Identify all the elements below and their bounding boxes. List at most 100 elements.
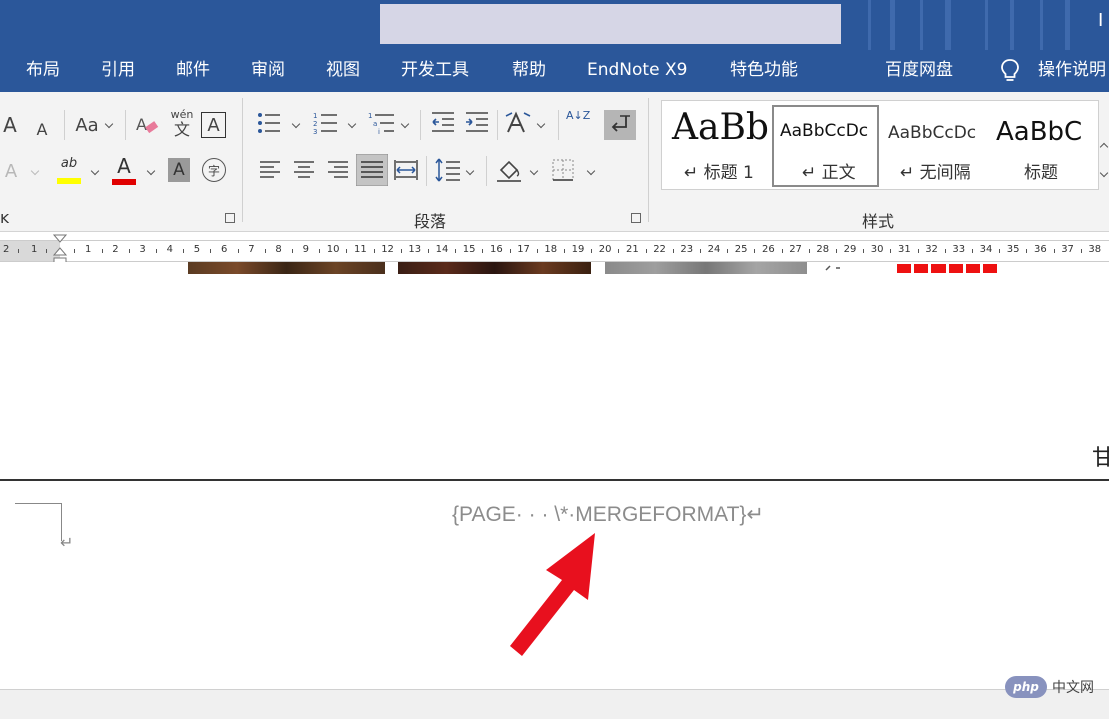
borders-icon[interactable] bbox=[551, 158, 575, 182]
red-cell bbox=[897, 264, 912, 273]
character-border-button[interactable]: A bbox=[201, 112, 226, 138]
ruler-tick bbox=[727, 249, 729, 253]
tab-layout[interactable]: 布局 bbox=[26, 59, 60, 81]
group-divider bbox=[648, 98, 649, 222]
ruler-tick bbox=[754, 249, 756, 253]
shading-icon[interactable] bbox=[495, 156, 523, 184]
ruler-number: 17 bbox=[517, 244, 530, 255]
ruler-number: 26 bbox=[762, 244, 775, 255]
chevron-down-icon[interactable] bbox=[465, 166, 475, 176]
asian-layout-icon[interactable] bbox=[504, 110, 532, 136]
phonetic-guide-button[interactable]: wén 文 bbox=[170, 109, 194, 139]
tab-endnote[interactable]: EndNote X9 bbox=[587, 59, 687, 81]
bullets-icon[interactable] bbox=[256, 110, 282, 136]
chevron-down-icon[interactable] bbox=[586, 166, 596, 176]
chevron-down-icon[interactable] bbox=[90, 166, 100, 176]
chevron-down-icon[interactable] bbox=[104, 119, 114, 129]
ruler-tick bbox=[808, 249, 810, 253]
image-thumbnail[interactable] bbox=[188, 262, 385, 274]
font-color-swatch bbox=[112, 179, 136, 185]
red-cell bbox=[931, 264, 946, 273]
character-shading-button[interactable]: A bbox=[168, 158, 190, 182]
svg-text:1: 1 bbox=[368, 112, 372, 120]
page-field-code[interactable]: {PAGE· · · \*·MERGEFORMAT}↵ bbox=[452, 502, 764, 527]
tab-mailings[interactable]: 邮件 bbox=[176, 59, 210, 81]
tab-references[interactable]: 引用 bbox=[101, 59, 135, 81]
decor-stripe bbox=[890, 0, 895, 50]
sort-button[interactable]: A↓Z bbox=[566, 110, 592, 138]
gallery-scrollbar[interactable] bbox=[1098, 100, 1109, 190]
style-title[interactable]: AaBbC 标题 bbox=[992, 101, 1100, 189]
tab-help[interactable]: 帮助 bbox=[512, 59, 546, 81]
line-spacing-icon[interactable] bbox=[434, 156, 462, 184]
ruler-number: 8 bbox=[275, 244, 282, 255]
chevron-down-icon[interactable] bbox=[536, 119, 546, 129]
decrease-indent-icon[interactable] bbox=[430, 110, 456, 136]
ruler-left-margin: 2 1 bbox=[0, 241, 60, 261]
decor-stripe bbox=[868, 0, 871, 50]
chevron-down-icon[interactable] bbox=[529, 166, 539, 176]
ruler-tick bbox=[1080, 249, 1082, 253]
chevron-down-icon[interactable] bbox=[347, 119, 357, 129]
show-paragraph-marks-icon[interactable] bbox=[604, 110, 636, 140]
chevron-down-icon[interactable] bbox=[1099, 168, 1109, 178]
tab-view[interactable]: 视图 bbox=[326, 59, 360, 81]
tell-me-label[interactable]: 操作说明 bbox=[1038, 59, 1106, 81]
decor-stripe bbox=[1010, 0, 1014, 50]
align-center-icon[interactable] bbox=[292, 158, 316, 182]
svg-text:3: 3 bbox=[313, 128, 317, 136]
align-left-icon[interactable] bbox=[258, 158, 282, 182]
highlight-color-swatch bbox=[57, 178, 81, 184]
multilevel-list-icon[interactable]: 1ai bbox=[368, 110, 396, 136]
partial-glyph-icon bbox=[825, 265, 840, 271]
chevron-down-icon[interactable] bbox=[291, 119, 301, 129]
enclose-characters-button[interactable]: 字 bbox=[202, 158, 226, 182]
increase-indent-icon[interactable] bbox=[464, 110, 490, 136]
text-effects-button[interactable]: A bbox=[0, 156, 22, 186]
change-case-button[interactable]: Aa bbox=[72, 110, 102, 140]
ruler-tick bbox=[618, 249, 620, 253]
paragraph-dialog-launcher-icon[interactable] bbox=[631, 213, 641, 223]
style-heading-1[interactable]: AaBb ↵ 标题 1 bbox=[662, 101, 770, 189]
document-title-area[interactable] bbox=[380, 4, 841, 44]
separator bbox=[125, 110, 126, 140]
ruler-number: 12 bbox=[381, 244, 394, 255]
font-color-button[interactable]: A bbox=[111, 154, 137, 186]
numbering-icon[interactable]: 123 bbox=[313, 110, 339, 136]
ruler-number: 16 bbox=[490, 244, 503, 255]
chevron-down-icon[interactable] bbox=[30, 166, 40, 176]
php-logo-icon: php bbox=[1005, 676, 1047, 698]
grow-font-button[interactable]: A bbox=[0, 110, 20, 140]
image-thumbnail[interactable] bbox=[605, 262, 807, 274]
ruler-tick bbox=[319, 249, 321, 253]
tab-developer[interactable]: 开发工具 bbox=[401, 59, 469, 81]
ruler-tick bbox=[1026, 249, 1028, 253]
align-right-icon[interactable] bbox=[326, 158, 350, 182]
style-sample: AaBbCcDc bbox=[888, 123, 977, 143]
paragraph-group-label: 段落 bbox=[414, 212, 447, 231]
tab-baidu-netdisk[interactable]: 百度网盘 bbox=[885, 59, 953, 81]
image-thumbnail[interactable] bbox=[398, 262, 591, 274]
shrink-font-button[interactable]: A bbox=[32, 114, 52, 144]
style-no-spacing[interactable]: AaBbCcDc ↵ 无间隔 bbox=[884, 101, 992, 189]
font-dialog-launcher-icon[interactable] bbox=[225, 213, 235, 223]
partial-text-char: 甘 bbox=[1092, 446, 1109, 471]
chevron-down-icon[interactable] bbox=[146, 166, 156, 176]
clear-formatting-icon[interactable]: A bbox=[134, 112, 160, 138]
ruler-number: 31 bbox=[898, 244, 911, 255]
lightbulb-icon[interactable] bbox=[999, 58, 1021, 84]
tab-review[interactable]: 审阅 bbox=[251, 59, 285, 81]
chevron-down-icon[interactable] bbox=[400, 119, 410, 129]
red-cell bbox=[965, 264, 980, 273]
distributed-icon[interactable] bbox=[394, 158, 418, 182]
chevron-up-icon[interactable] bbox=[1099, 142, 1109, 152]
justify-icon[interactable] bbox=[356, 154, 388, 186]
separator bbox=[558, 110, 559, 140]
highlight-button[interactable]: ab bbox=[55, 156, 83, 186]
horizontal-ruler[interactable]: 2 1 1 2 3 4 5 6 7 8 9 10 11 12 13 14 15 16 17 18 19 20 21 22 2… bbox=[0, 240, 1109, 262]
tab-features[interactable]: 特色功能 bbox=[730, 59, 798, 81]
decor-stripe bbox=[985, 0, 988, 50]
style-body[interactable]: AaBbCcDc ↵ 正文 bbox=[772, 105, 879, 187]
status-bar bbox=[0, 689, 1109, 719]
ruler-tick bbox=[836, 249, 837, 253]
